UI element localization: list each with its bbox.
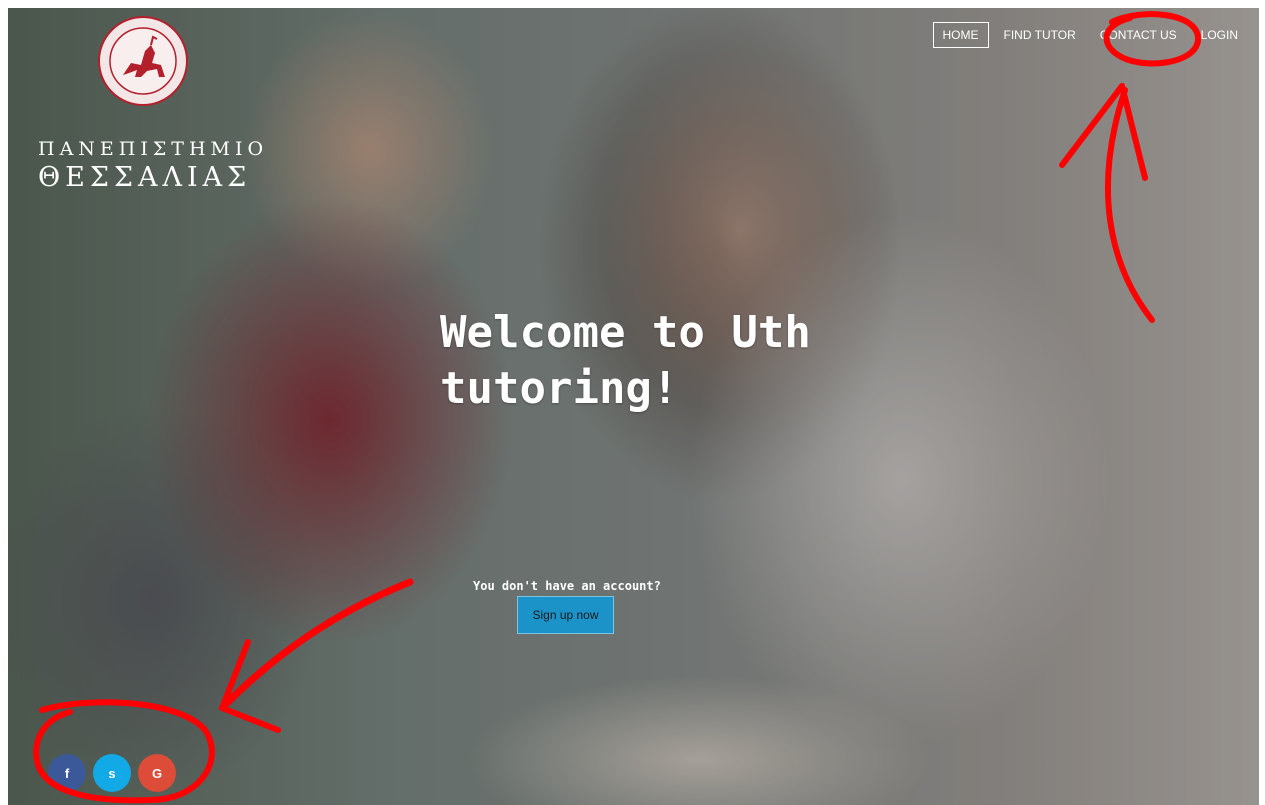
university-logo[interactable]: ΠΑΝΕΠΙΣΤΗΜΙΟ ΘΕΣΣΑΛΙΑΣ: [38, 15, 269, 193]
social-links: f s G: [48, 754, 176, 792]
page-frame-right: [1259, 0, 1265, 805]
skype-icon: s: [108, 765, 116, 781]
skype-button[interactable]: s: [93, 754, 131, 792]
signup-button[interactable]: Sign up now: [517, 596, 614, 634]
welcome-heading-line2: tutoring!: [440, 363, 679, 414]
welcome-heading-line1: Welcome to Uth: [440, 307, 811, 358]
no-account-text: You don't have an account?: [473, 579, 661, 593]
nav-contact-us[interactable]: CONTACT US: [1091, 23, 1186, 47]
nav-find-tutor[interactable]: FIND TUTOR: [995, 23, 1085, 47]
logo-text-line2: ΘΕΣΣΑΛΙΑΣ: [38, 162, 252, 193]
facebook-icon: f: [64, 765, 70, 781]
nav-home[interactable]: HOME: [932, 22, 989, 48]
page-frame-top: [0, 0, 1265, 8]
welcome-heading: Welcome to Uth tutoring!: [440, 305, 860, 417]
google-button[interactable]: G: [138, 754, 176, 792]
google-icon: G: [151, 765, 163, 781]
page-frame-left: [0, 0, 8, 805]
university-seal-icon: [98, 16, 188, 106]
facebook-button[interactable]: f: [48, 754, 86, 792]
top-navigation: HOME FIND TUTOR CONTACT US LOGIN: [932, 22, 1247, 48]
nav-login[interactable]: LOGIN: [1192, 23, 1247, 47]
logo-text-line1: ΠΑΝΕΠΙΣΤΗΜΙΟ: [38, 138, 269, 160]
